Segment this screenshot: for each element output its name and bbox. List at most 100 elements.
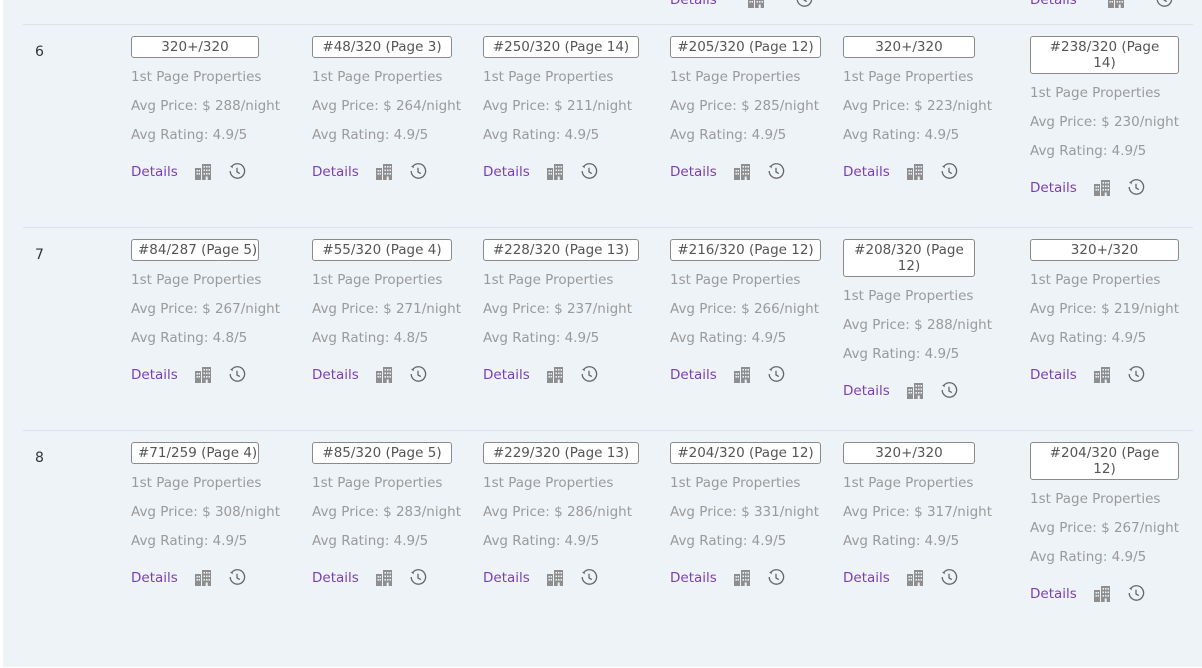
- cell-actions: Details: [1030, 365, 1179, 385]
- properties-label: 1st Page Properties: [670, 69, 801, 85]
- details-link[interactable]: Details: [483, 367, 530, 383]
- ranking-cell: #216/320 (Page 12) 1st Page Properties Avg…: [670, 239, 821, 385]
- building-icon[interactable]: [1093, 585, 1111, 603]
- details-link[interactable]: Details: [670, 164, 717, 180]
- building-icon[interactable]: [546, 569, 564, 587]
- building-icon[interactable]: [733, 569, 751, 587]
- details-link[interactable]: Details: [131, 367, 178, 383]
- cell-actions: Details: [1030, 584, 1179, 604]
- avg-price: Avg Price: $ 317/night: [843, 504, 992, 520]
- building-icon[interactable]: [733, 366, 751, 384]
- details-link[interactable]: Details: [131, 570, 178, 586]
- avg-rating: Avg Rating: 4.9/5: [131, 127, 248, 143]
- building-icon[interactable]: [194, 569, 212, 587]
- rank-badge: #48/320 (Page 3): [312, 36, 452, 58]
- avg-rating: Avg Rating: 4.9/5: [483, 533, 600, 549]
- avg-price: Avg Price: $ 266/night: [670, 301, 819, 317]
- history-clock-icon[interactable]: [580, 569, 598, 587]
- avg-rating: Avg Rating: 4.9/5: [843, 127, 960, 143]
- building-icon[interactable]: [194, 366, 212, 384]
- rank-badge: 320+/320: [843, 36, 975, 58]
- details-link[interactable]: Details: [131, 164, 178, 180]
- building-icon[interactable]: [1093, 179, 1111, 197]
- avg-price: Avg Price: $ 267/night: [131, 301, 280, 317]
- avg-rating: Avg Rating: 4.8/5: [131, 330, 248, 346]
- properties-label: 1st Page Properties: [1030, 85, 1161, 101]
- building-icon[interactable]: [747, 0, 765, 9]
- details-link[interactable]: Details: [843, 383, 890, 399]
- history-clock-icon[interactable]: [940, 163, 958, 181]
- building-icon[interactable]: [375, 366, 393, 384]
- history-clock-icon[interactable]: [795, 0, 813, 9]
- details-link[interactable]: Details: [312, 570, 359, 586]
- history-clock-icon[interactable]: [409, 569, 427, 587]
- history-clock-icon[interactable]: [940, 569, 958, 587]
- details-link[interactable]: Details: [670, 367, 717, 383]
- details-link[interactable]: Details: [483, 164, 530, 180]
- details-link[interactable]: Details: [312, 164, 359, 180]
- row-number: 6: [35, 44, 44, 60]
- ranking-cell: #48/320 (Page 3) 1st Page Properties Avg P…: [312, 36, 461, 182]
- building-icon[interactable]: [906, 163, 924, 181]
- ranking-cell: #84/287 (Page 5) 1st Page Properties Avg P…: [131, 239, 280, 385]
- details-link[interactable]: Details: [483, 570, 530, 586]
- details-link[interactable]: Details: [1030, 586, 1077, 602]
- properties-label: 1st Page Properties: [131, 475, 262, 491]
- building-icon[interactable]: [906, 569, 924, 587]
- details-link[interactable]: Details: [1030, 180, 1077, 196]
- ranking-cell: #205/320 (Page 12) 1st Page Properties Avg…: [670, 36, 821, 182]
- building-icon[interactable]: [546, 163, 564, 181]
- building-icon[interactable]: [1107, 0, 1125, 9]
- avg-price: Avg Price: $ 331/night: [670, 504, 819, 520]
- avg-price: Avg Price: $ 237/night: [483, 301, 632, 317]
- cell-actions: Details: [843, 162, 992, 182]
- properties-label: 1st Page Properties: [483, 475, 614, 491]
- building-icon[interactable]: [1093, 366, 1111, 384]
- history-clock-icon[interactable]: [1127, 585, 1145, 603]
- ranking-cell: 320+/320 1st Page Properties Avg Price: $ …: [131, 36, 280, 182]
- history-clock-icon[interactable]: [767, 163, 785, 181]
- building-icon[interactable]: [733, 163, 751, 181]
- history-clock-icon[interactable]: [580, 163, 598, 181]
- history-clock-icon[interactable]: [940, 382, 958, 400]
- history-clock-icon[interactable]: [228, 366, 246, 384]
- history-clock-icon[interactable]: [1127, 179, 1145, 197]
- details-link[interactable]: Details: [670, 0, 717, 8]
- details-link[interactable]: Details: [1030, 0, 1077, 8]
- cell-actions: Details: [312, 162, 461, 182]
- properties-label: 1st Page Properties: [312, 272, 443, 288]
- history-clock-icon[interactable]: [767, 366, 785, 384]
- history-clock-icon[interactable]: [409, 163, 427, 181]
- history-clock-icon[interactable]: [228, 163, 246, 181]
- properties-label: 1st Page Properties: [483, 69, 614, 85]
- history-clock-icon[interactable]: [1127, 366, 1145, 384]
- avg-rating: Avg Rating: 4.9/5: [1030, 143, 1147, 159]
- properties-label: 1st Page Properties: [843, 69, 974, 85]
- cell-actions: Details: [312, 568, 461, 588]
- avg-rating: Avg Rating: 4.8/5: [312, 330, 429, 346]
- details-link[interactable]: Details: [1030, 367, 1077, 383]
- details-link[interactable]: Details: [843, 570, 890, 586]
- details-link[interactable]: Details: [843, 164, 890, 180]
- building-icon[interactable]: [546, 366, 564, 384]
- avg-price: Avg Price: $ 288/night: [843, 317, 992, 333]
- ranking-cell: #85/320 (Page 5) 1st Page Properties Avg P…: [312, 442, 461, 588]
- cell-actions: Details: [131, 568, 280, 588]
- rank-badge: #204/320 (Page 12): [670, 442, 821, 464]
- history-clock-icon[interactable]: [228, 569, 246, 587]
- history-clock-icon[interactable]: [580, 366, 598, 384]
- cell-actions: Details: [131, 365, 280, 385]
- building-icon[interactable]: [375, 163, 393, 181]
- building-icon[interactable]: [375, 569, 393, 587]
- history-clock-icon[interactable]: [409, 366, 427, 384]
- details-link[interactable]: Details: [312, 367, 359, 383]
- avg-price: Avg Price: $ 211/night: [483, 98, 632, 114]
- building-icon[interactable]: [906, 382, 924, 400]
- building-icon[interactable]: [194, 163, 212, 181]
- properties-label: 1st Page Properties: [483, 272, 614, 288]
- history-clock-icon[interactable]: [767, 569, 785, 587]
- details-link[interactable]: Details: [670, 570, 717, 586]
- history-clock-icon[interactable]: [1155, 0, 1173, 9]
- avg-price: Avg Price: $ 288/night: [131, 98, 280, 114]
- avg-rating: Avg Rating: 4.9/5: [312, 533, 429, 549]
